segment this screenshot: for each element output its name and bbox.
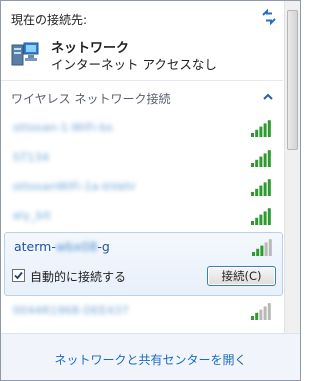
signal-bar <box>263 153 267 167</box>
footer: ネットワークと共有センターを開く <box>1 333 300 380</box>
checkmark-icon <box>14 271 23 280</box>
signal-strength-icon <box>251 303 271 320</box>
network-name: ST134 <box>13 151 50 164</box>
signal-strength-icon <box>251 179 271 196</box>
signal-bar <box>267 179 271 196</box>
signal-bar <box>267 208 271 225</box>
signal-bar <box>263 182 267 196</box>
network-name: 0044R1968-DEE437 <box>13 304 129 317</box>
signal-bar <box>259 185 263 196</box>
scrollbar[interactable] <box>284 1 300 333</box>
network-name-prefix: aterm- <box>14 239 56 254</box>
refresh-arrows-icon[interactable] <box>259 7 279 27</box>
signal-bar <box>251 163 254 167</box>
network-name: aterm-wbx08-g <box>14 239 110 254</box>
chevron-up-icon[interactable] <box>261 91 275 103</box>
current-connection-caption: 現在の接続先: <box>11 13 88 27</box>
signal-bar <box>263 211 267 225</box>
network-name-redacted: wbx08 <box>55 239 98 254</box>
signal-bar <box>260 245 264 256</box>
network-name: aly_bit <box>13 209 52 222</box>
network-sharing-center-link[interactable]: ネットワークと共有センターを開く <box>1 351 300 368</box>
network-name-suffix: -g <box>97 239 110 254</box>
signal-bar <box>259 126 263 137</box>
wifi-network-item[interactable]: ottosan-1-WiFi-bs <box>5 116 283 140</box>
signal-bar <box>263 123 267 137</box>
divider <box>1 80 283 81</box>
connect-button[interactable]: 接続(C) <box>207 266 276 286</box>
signal-strength-icon <box>251 120 271 137</box>
auto-connect-label[interactable]: 自動的に接続する <box>30 268 126 285</box>
wifi-network-item[interactable]: aly_bit <box>5 204 283 228</box>
signal-bar <box>251 316 254 320</box>
auto-connect-checkbox[interactable] <box>12 269 25 282</box>
signal-bar <box>255 312 259 320</box>
signal-bar <box>267 120 271 137</box>
signal-bar <box>267 303 271 320</box>
network-computer-icon <box>10 39 40 69</box>
signal-bar <box>259 214 263 225</box>
network-name: ottosanWiFi-1a-bVahr <box>13 180 137 193</box>
signal-bar <box>255 159 259 167</box>
scrollbar-thumb[interactable] <box>287 10 298 150</box>
signal-strength-icon <box>251 150 271 167</box>
network-flyout: 現在の接続先: ネットワーク インターネット アクセスなし ワイヤレス ネットワ… <box>0 0 301 381</box>
network-name: ottosan-1-WiFi-bs <box>13 121 114 134</box>
signal-bar <box>255 188 259 196</box>
signal-bar <box>264 242 268 256</box>
signal-bar <box>259 309 263 320</box>
signal-bar <box>255 217 259 225</box>
wireless-section-label: ワイヤレス ネットワーク接続 <box>11 92 171 106</box>
signal-bar <box>251 192 254 196</box>
signal-bar <box>251 221 254 225</box>
signal-bar <box>267 150 271 167</box>
connection-status: インターネット アクセスなし <box>51 57 217 72</box>
signal-strength-icon <box>252 239 272 256</box>
signal-bar <box>268 239 272 256</box>
signal-bar <box>259 156 263 167</box>
signal-strength-icon <box>251 208 271 225</box>
signal-bar <box>256 248 260 256</box>
signal-bar <box>263 306 267 320</box>
wifi-network-item[interactable]: ST134 <box>5 146 283 170</box>
wifi-network-item-expanded[interactable]: aterm-wbx08-g 自動的に接続する 接続(C) <box>4 232 283 296</box>
signal-bar <box>251 133 254 137</box>
signal-bar <box>252 252 255 256</box>
wifi-network-item[interactable]: 0044R1968-DEE437 <box>5 299 283 323</box>
wifi-network-item[interactable]: ottosanWiFi-1a-bVahr <box>5 175 283 199</box>
signal-bar <box>255 129 259 137</box>
